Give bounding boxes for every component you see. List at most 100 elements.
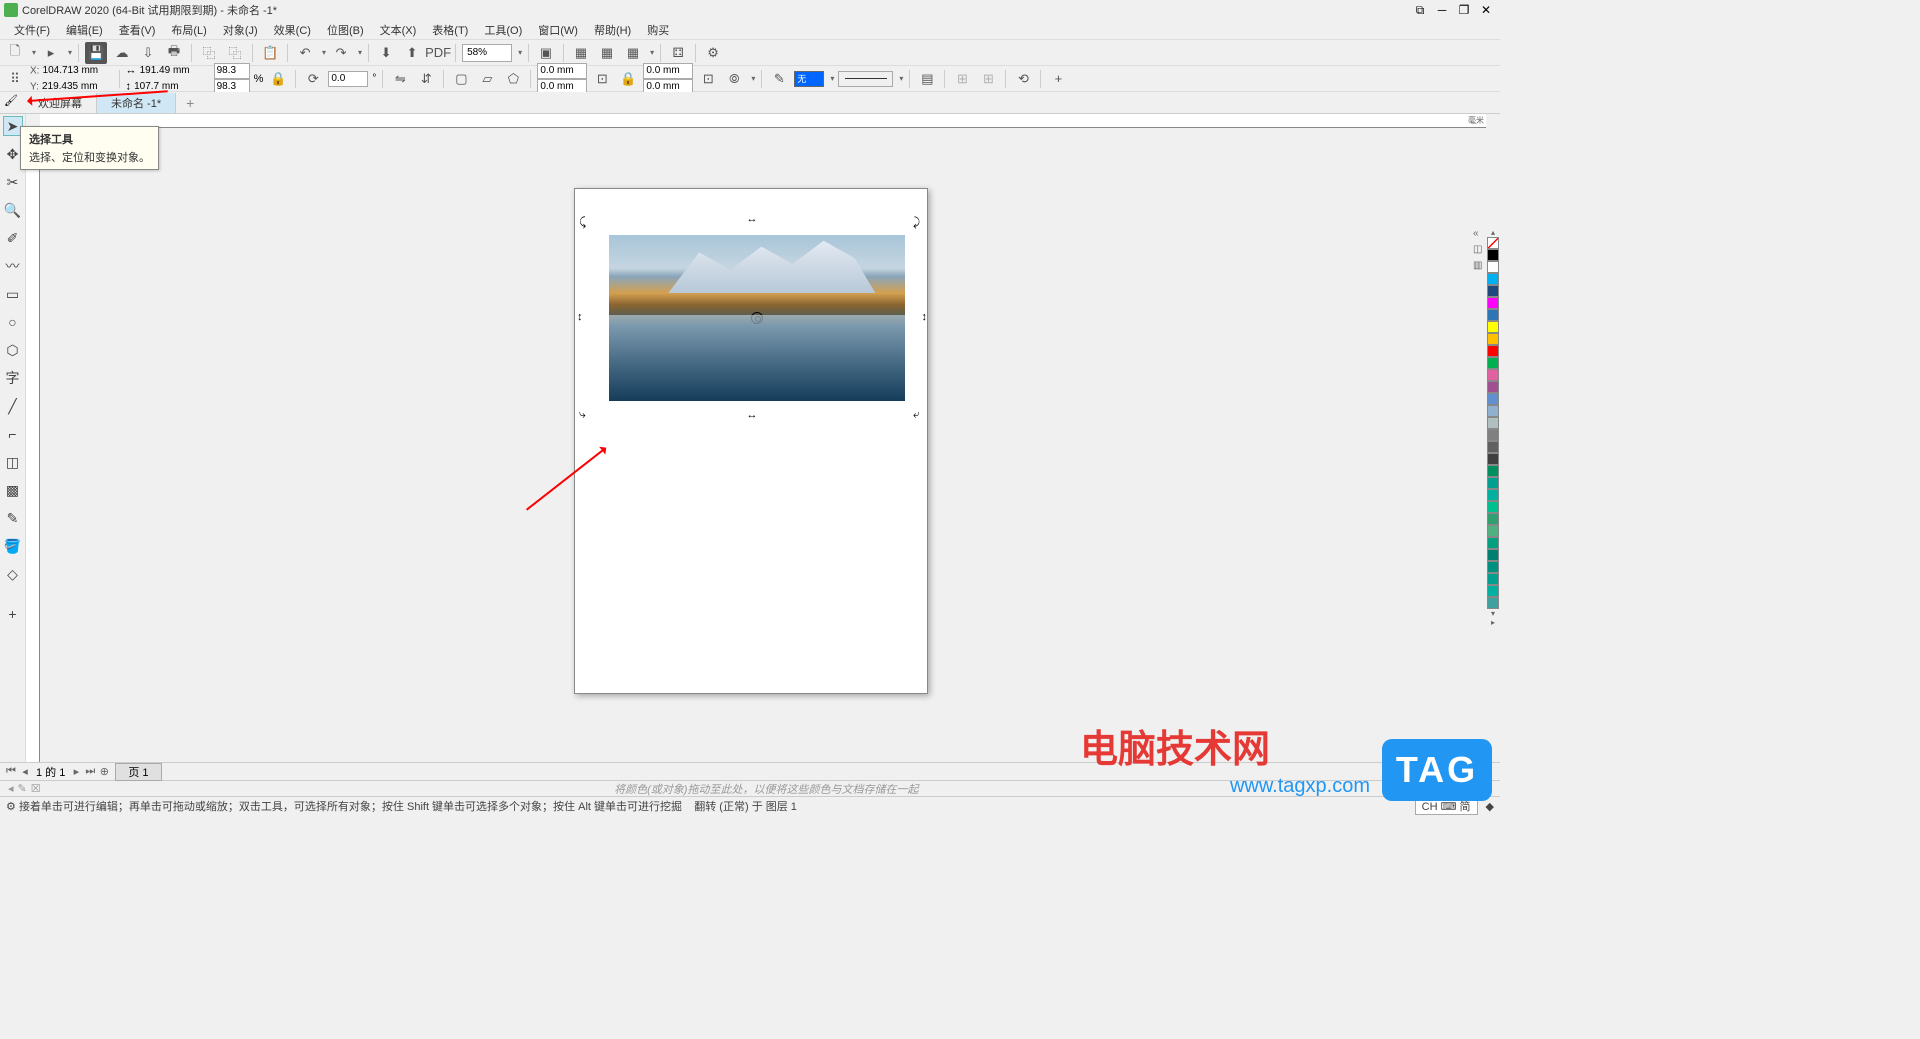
menu-layout[interactable]: 布局(L) [163, 22, 214, 38]
palette-nav-left-icon[interactable]: ◂ [8, 782, 14, 795]
ungroup-icon[interactable]: ⊞ [951, 68, 973, 90]
swatch[interactable] [1487, 273, 1499, 285]
swatch[interactable] [1487, 549, 1499, 561]
swatch[interactable] [1487, 525, 1499, 537]
import-icon[interactable]: ⬇ [375, 42, 397, 64]
page-tab-1[interactable]: 页 1 [115, 763, 161, 781]
swatch[interactable] [1487, 513, 1499, 525]
swatch[interactable] [1487, 417, 1499, 429]
selected-bitmap[interactable] [609, 235, 905, 401]
swatch[interactable] [1487, 285, 1499, 297]
color-picker-dock-icon[interactable]: 🖌 [4, 94, 18, 107]
text-tool-icon[interactable]: 字 [3, 368, 23, 388]
width-input[interactable] [140, 63, 210, 79]
swatch[interactable] [1487, 453, 1499, 465]
canvas[interactable]: 毫米 ⤹ ⤸ ⤷ ⤶ ↔ ↔ ↕ ↕ [26, 114, 1500, 762]
options-icon[interactable]: ⚙ [702, 42, 724, 64]
polygon-tool-icon[interactable]: ⬡ [3, 340, 23, 360]
new-doc-icon[interactable]: 🗋 [4, 42, 26, 64]
popout-button[interactable]: ⧉ [1410, 2, 1430, 18]
line-tool-icon[interactable]: ╱ [3, 396, 23, 416]
minimize-button[interactable]: ─ [1432, 2, 1452, 18]
menu-buy[interactable]: 购买 [639, 22, 677, 38]
pdf-icon[interactable]: PDF [427, 42, 449, 64]
swatch-none[interactable] [1487, 237, 1499, 249]
tab-add[interactable]: + [176, 95, 204, 111]
menu-object[interactable]: 对象(J) [215, 22, 266, 38]
snap-icon[interactable]: ▦ [596, 42, 618, 64]
rectangle-tool-icon[interactable]: ▭ [3, 284, 23, 304]
swatch[interactable] [1487, 297, 1499, 309]
palette-flyout-icon[interactable]: ▸ [1486, 618, 1500, 627]
maximize-button[interactable]: ❐ [1454, 2, 1474, 18]
swatch[interactable] [1487, 465, 1499, 477]
skew-handle-right[interactable]: ↕ [922, 311, 928, 323]
shape-icon[interactable]: ▢ [450, 68, 472, 90]
palette-none-icon[interactable]: ☒ [31, 782, 41, 795]
shape2-icon[interactable]: ▱ [476, 68, 498, 90]
menu-effect[interactable]: 效果(C) [266, 22, 319, 38]
corner-icon[interactable]: ⊡ [591, 68, 613, 90]
redo-icon[interactable]: ↷ [330, 42, 352, 64]
rotation-input[interactable] [328, 71, 368, 87]
swatch[interactable] [1487, 309, 1499, 321]
line-style-preview[interactable] [838, 71, 893, 87]
outline-tool-icon[interactable]: ◇ [3, 564, 23, 584]
shape3-icon[interactable]: ⬠ [502, 68, 524, 90]
launch-icon[interactable]: ⚃ [667, 42, 689, 64]
swatch[interactable] [1487, 357, 1499, 369]
wrap-icon[interactable]: ⦾ [723, 68, 745, 90]
menu-edit[interactable]: 编辑(E) [58, 22, 111, 38]
connector-tool-icon[interactable]: ⌐ [3, 424, 23, 444]
refresh-icon[interactable]: ⟲ [1012, 68, 1034, 90]
swatch[interactable] [1487, 321, 1499, 333]
menu-file[interactable]: 文件(F) [6, 22, 58, 38]
print-icon[interactable]: 🖶 [163, 42, 185, 64]
swatch[interactable] [1487, 597, 1499, 609]
rotate-handle-tr[interactable]: ⤸ [913, 215, 925, 227]
crop-tool-icon[interactable]: ✂ [3, 172, 23, 192]
menu-bitmap[interactable]: 位图(B) [319, 22, 372, 38]
add-button-icon[interactable]: + [1047, 68, 1069, 90]
cloud-down-icon[interactable]: ⇩ [137, 42, 159, 64]
skew-handle-bottom[interactable]: ↔ [747, 409, 758, 421]
artistic-tool-icon[interactable]: 〰 [3, 256, 23, 276]
undo-icon[interactable]: ↶ [294, 42, 316, 64]
paste-icon[interactable]: ⿻ [224, 42, 246, 64]
menu-help[interactable]: 帮助(H) [586, 22, 639, 38]
ellipse-tool-icon[interactable]: ○ [3, 312, 23, 332]
close-button[interactable]: ✕ [1476, 2, 1496, 18]
rotate-handle-tl[interactable]: ⤹ [579, 215, 591, 227]
swatch[interactable] [1487, 405, 1499, 417]
skew-handle-left[interactable]: ↕ [577, 311, 583, 323]
cloud-up-icon[interactable]: ☁ [111, 42, 133, 64]
swatch[interactable] [1487, 441, 1499, 453]
dock-nocolor-icon[interactable]: ◫ [1473, 244, 1485, 256]
palette-eyedropper-icon[interactable]: ✎ [18, 782, 27, 795]
menu-window[interactable]: 窗口(W) [530, 22, 586, 38]
swatch[interactable] [1487, 429, 1499, 441]
swatch[interactable] [1487, 561, 1499, 573]
dock-expand-icon[interactable]: « [1473, 228, 1485, 240]
x-position-input[interactable] [43, 63, 113, 79]
menu-table[interactable]: 表格(T) [424, 22, 476, 38]
clipboard-icon[interactable]: 📋 [259, 42, 281, 64]
page-add-icon[interactable]: ⊕ [97, 765, 111, 779]
copy-icon[interactable]: ⿻ [198, 42, 220, 64]
rotation-pivot-icon[interactable] [751, 312, 763, 324]
mirror-h-icon[interactable]: ⇋ [389, 68, 411, 90]
swatch[interactable] [1487, 381, 1499, 393]
object-origin-icon[interactable]: ⠿ [4, 68, 26, 90]
menu-text[interactable]: 文本(X) [372, 22, 425, 38]
open-icon[interactable]: ▸ [40, 42, 62, 64]
swatch[interactable] [1487, 369, 1499, 381]
menu-tools[interactable]: 工具(O) [476, 22, 530, 38]
save-icon[interactable]: 💾 [85, 42, 107, 64]
swatch[interactable] [1487, 261, 1499, 273]
grid-icon[interactable]: ▦ [570, 42, 592, 64]
swatch[interactable] [1487, 489, 1499, 501]
outline-pen-icon[interactable]: ✎ [768, 68, 790, 90]
freehand-tool-icon[interactable]: ✐ [3, 228, 23, 248]
status-fill-icon[interactable]: ◆ [1486, 800, 1494, 813]
scale-x-input[interactable] [214, 63, 250, 79]
